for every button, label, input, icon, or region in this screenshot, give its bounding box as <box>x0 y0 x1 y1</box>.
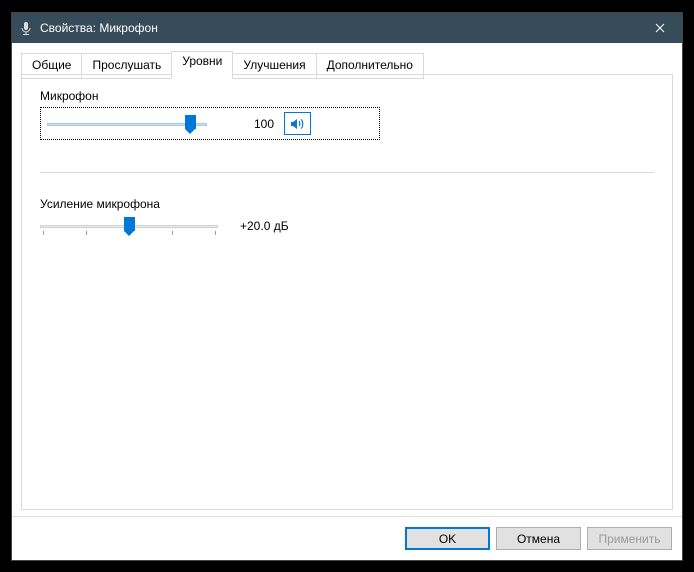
slider-tick <box>86 231 87 235</box>
divider <box>40 172 654 173</box>
window-body: Общие Прослушать Уровни Улучшения Дополн… <box>12 43 682 560</box>
window-title: Свойства: Микрофон <box>40 21 158 35</box>
mute-button[interactable] <box>284 112 311 135</box>
group-boost: Усиление микрофона +20.0 дБ <box>40 197 654 237</box>
close-icon <box>655 23 665 33</box>
slider-tick <box>215 231 216 235</box>
tab-panel-levels: Микрофон 100 Ус <box>21 74 673 510</box>
mic-icon <box>18 20 34 36</box>
slider-tick <box>43 231 44 235</box>
boost-value: +20.0 дБ <box>240 219 310 233</box>
tab-levels[interactable]: Уровни <box>171 51 233 79</box>
cancel-button[interactable]: Отмена <box>496 527 581 550</box>
boost-slider[interactable] <box>40 215 218 237</box>
window: Свойства: Микрофон Общие Прослушать Уров… <box>11 12 683 561</box>
group-microphone-label: Микрофон <box>40 89 654 103</box>
ok-button[interactable]: OK <box>405 527 490 550</box>
dialog-buttons: OK Отмена Применить <box>12 516 682 560</box>
boost-slider-thumb[interactable] <box>124 217 135 231</box>
group-microphone: Микрофон 100 <box>40 89 654 140</box>
close-button[interactable] <box>637 13 682 43</box>
titlebar: Свойства: Микрофон <box>12 13 682 43</box>
microphone-value: 100 <box>219 117 274 131</box>
microphone-slider-thumb[interactable] <box>185 115 196 129</box>
speaker-icon <box>290 117 306 131</box>
slider-tick <box>172 231 173 235</box>
microphone-control-row: 100 <box>40 107 380 140</box>
group-boost-label: Усиление микрофона <box>40 197 654 211</box>
apply-button[interactable]: Применить <box>587 527 672 550</box>
microphone-slider[interactable] <box>47 113 207 135</box>
